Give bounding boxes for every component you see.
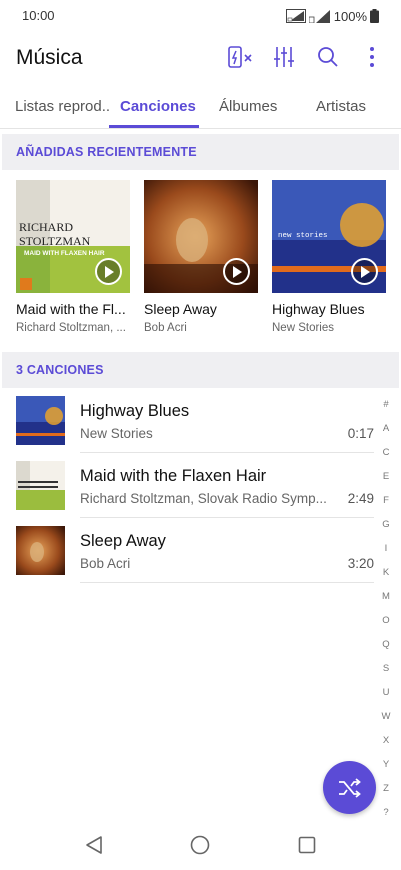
search-icon <box>318 47 338 67</box>
status-time: 10:00 <box>22 8 55 23</box>
sim1-signal-icon <box>285 9 306 23</box>
index-letter[interactable]: K <box>376 561 396 585</box>
song-thumbnail <box>16 526 65 575</box>
equalizer-icon <box>274 47 294 67</box>
cover-text-artist-first: RICHARD <box>19 220 73 234</box>
equalizer-button[interactable] <box>269 42 299 72</box>
play-button[interactable] <box>95 258 122 285</box>
song-row-highway-blues[interactable]: Highway Blues New Stories 0:17 <box>0 389 378 453</box>
song-duration: 0:17 <box>347 426 374 441</box>
cover-text-album: MAID WITH FLAXEN HAIR <box>24 250 105 257</box>
nav-recents-button[interactable] <box>295 833 319 857</box>
song-duration: 3:20 <box>347 556 374 571</box>
index-letter[interactable]: S <box>376 657 396 681</box>
album-cover: new stories <box>272 180 386 293</box>
sim2-signal-icon <box>308 10 330 23</box>
song-thumbnail <box>16 461 65 510</box>
tab-artists[interactable]: Artistas <box>316 98 366 115</box>
recents-square-icon <box>298 836 316 854</box>
no-ringtone-button[interactable] <box>225 42 255 72</box>
recent-item-highway-blues[interactable]: new stories Highway Blues New Stories <box>272 180 386 334</box>
song-row-sleep-away[interactable]: Sleep Away Bob Acri 3:20 <box>0 519 378 583</box>
more-options-button[interactable] <box>357 42 387 72</box>
recent-item-artist: Bob Acri <box>144 322 187 334</box>
song-title: Maid with the Flaxen Hair <box>80 467 267 485</box>
recent-item-artist: New Stories <box>272 322 334 334</box>
index-letter[interactable]: M <box>376 585 396 609</box>
recent-item-sleep-away[interactable]: Sleep Away Bob Acri <box>144 180 258 334</box>
app-bar: Música <box>0 32 401 84</box>
songs-section-title: 3 CANCIONES <box>16 363 104 377</box>
index-letter[interactable]: F <box>376 489 396 513</box>
index-letter[interactable]: Q <box>376 633 396 657</box>
nav-back-button[interactable] <box>82 833 106 857</box>
index-letter[interactable]: Y <box>376 753 396 777</box>
songs-section-header: 3 CANCIONES <box>2 352 399 388</box>
home-circle-icon <box>190 835 210 855</box>
index-letter[interactable]: X <box>376 729 396 753</box>
index-letter[interactable]: O <box>376 609 396 633</box>
battery-icon <box>370 9 379 23</box>
shuffle-all-button[interactable] <box>323 761 376 814</box>
album-cover <box>144 180 258 293</box>
page-title: Música <box>16 46 83 69</box>
recent-item-maid-with-the-flaxen-hair[interactable]: RICHARD STOLTZMAN MAID WITH FLAXEN HAIR … <box>16 180 130 334</box>
song-artist: New Stories <box>80 426 153 441</box>
index-letter[interactable]: A <box>376 417 396 441</box>
song-duration: 2:49 <box>347 491 374 506</box>
status-bar: 10:00 100% <box>0 0 401 32</box>
index-letter[interactable]: C <box>376 441 396 465</box>
recent-section-title: AÑADIDAS RECIENTEMENTE <box>16 145 197 159</box>
song-artist: Richard Stoltzman, Slovak Radio Symp... <box>80 491 327 506</box>
divider <box>0 128 401 129</box>
song-row-maid-with-the-flaxen-hair[interactable]: Maid with the Flaxen Hair Richard Stoltz… <box>0 454 378 518</box>
back-triangle-icon <box>86 836 102 854</box>
tab-albums[interactable]: Álbumes <box>219 98 277 115</box>
index-letter[interactable]: # <box>376 393 396 417</box>
tab-songs[interactable]: Canciones <box>120 98 196 115</box>
tab-playlists[interactable]: Listas reprod.. <box>15 98 110 115</box>
play-button[interactable] <box>351 258 378 285</box>
song-thumbnail <box>16 396 65 445</box>
more-vert-icon <box>370 47 374 67</box>
play-icon <box>232 265 242 278</box>
index-letter[interactable]: E <box>376 465 396 489</box>
song-title: Sleep Away <box>80 532 166 550</box>
index-letter[interactable]: G <box>376 513 396 537</box>
album-cover: RICHARD STOLTZMAN MAID WITH FLAXEN HAIR <box>16 180 130 293</box>
recent-section-header: AÑADIDAS RECIENTEMENTE <box>2 134 399 170</box>
recent-item-title: Sleep Away <box>144 301 217 317</box>
app-actions <box>225 42 387 72</box>
nav-home-button[interactable] <box>188 833 212 857</box>
song-title: Highway Blues <box>80 402 190 420</box>
divider <box>80 582 374 583</box>
recent-item-title: Highway Blues <box>272 301 365 317</box>
cover-text-band: new stories <box>278 232 328 240</box>
play-icon <box>360 265 370 278</box>
play-icon <box>104 265 114 278</box>
alphabet-index-scroller[interactable]: # A C E F G I K M O Q S U W X Y Z ? <box>376 393 396 825</box>
divider <box>80 517 374 518</box>
phone-mute-icon <box>228 46 252 68</box>
shuffle-icon <box>338 777 361 798</box>
battery-percent: 100% <box>333 8 367 24</box>
index-letter[interactable]: I <box>376 537 396 561</box>
tab-bar: Listas reprod.. Canciones Álbumes Artist… <box>0 86 401 128</box>
cover-text-artist-last: STOLTZMAN <box>19 234 91 248</box>
status-icons: 100% <box>285 7 379 25</box>
recent-item-artist: Richard Stoltzman, ... <box>16 322 126 334</box>
index-letter[interactable]: W <box>376 705 396 729</box>
divider <box>80 452 374 453</box>
song-artist: Bob Acri <box>80 556 131 571</box>
system-navigation-bar <box>0 820 401 870</box>
recent-item-title: Maid with the Fl... <box>16 301 126 317</box>
play-button[interactable] <box>223 258 250 285</box>
index-letter[interactable]: U <box>376 681 396 705</box>
search-button[interactable] <box>313 42 343 72</box>
index-letter[interactable]: Z <box>376 777 396 801</box>
